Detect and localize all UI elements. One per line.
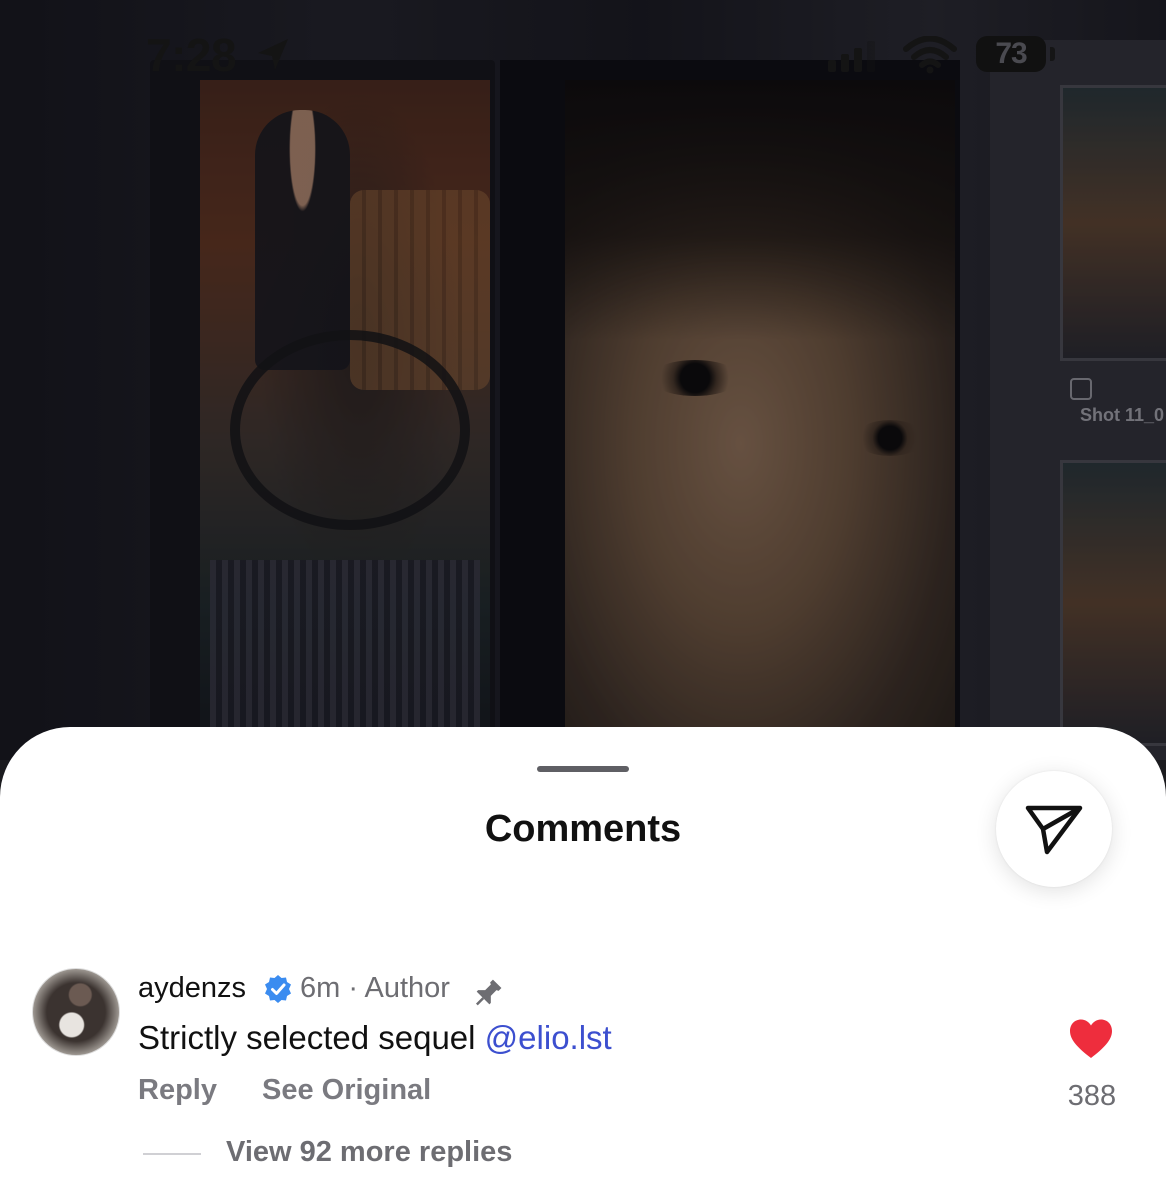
avatar[interactable] — [32, 968, 120, 1056]
location-arrow-icon — [258, 39, 288, 70]
verified-badge-icon — [265, 975, 291, 1003]
cellular-signal-icon — [828, 41, 875, 72]
mention-link[interactable]: @elio.lst — [485, 1019, 612, 1056]
replies-divider — [143, 1153, 201, 1155]
heart-icon[interactable] — [1068, 1018, 1114, 1060]
comments-sheet — [0, 727, 1166, 1200]
reply-button[interactable]: Reply — [138, 1074, 217, 1107]
view-replies-button[interactable]: View 92 more replies — [226, 1136, 512, 1169]
sheet-title: Comments — [484, 808, 682, 850]
battery-level: 73 — [976, 36, 1046, 72]
meta-separator: · — [348, 972, 359, 1004]
reel-video-background[interactable]: Shot 11_0 — [0, 0, 1166, 760]
battery-icon — [1050, 47, 1055, 61]
comment-meta: 6m · Author — [300, 972, 450, 1005]
share-button[interactable] — [996, 771, 1112, 887]
comment-text: Strictly selected sequel @elio.lst — [138, 1019, 612, 1057]
author-label: Author — [364, 972, 450, 1004]
comment-body: Strictly selected sequel — [138, 1019, 485, 1056]
status-time: 7:28 — [146, 29, 237, 81]
comment-username[interactable]: aydenzs — [138, 972, 246, 1005]
dim-overlay — [0, 0, 1166, 760]
wifi-icon — [903, 36, 957, 74]
like-count: 388 — [1067, 1080, 1117, 1112]
see-original-button[interactable]: See Original — [262, 1074, 431, 1107]
comment-time: 6m — [300, 972, 341, 1004]
pin-icon — [475, 979, 502, 1006]
paper-plane-icon — [1025, 805, 1083, 855]
sheet-drag-handle[interactable] — [537, 766, 629, 772]
